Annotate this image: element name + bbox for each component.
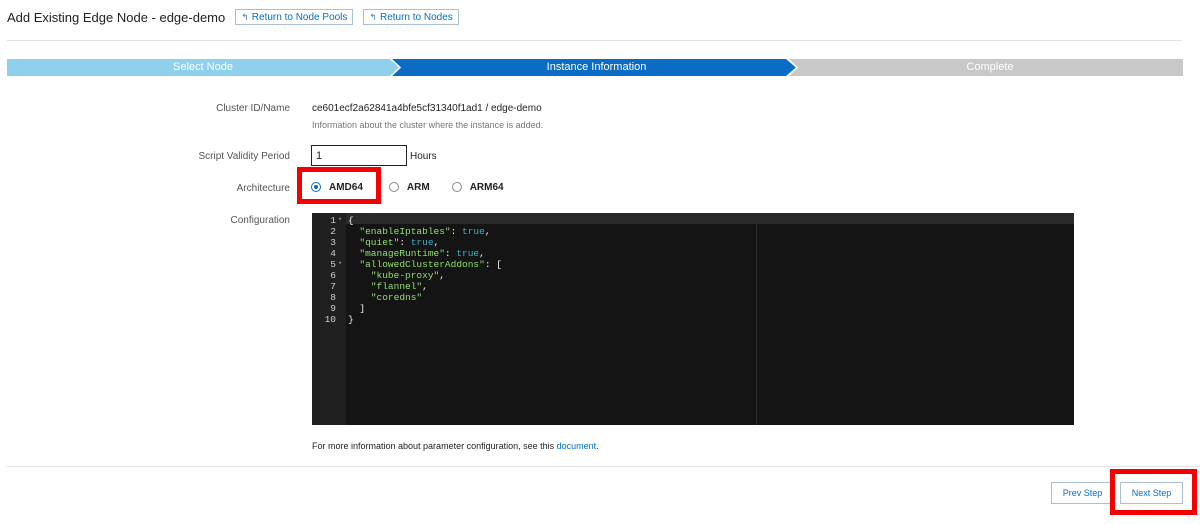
editor-line: 6 "kube-proxy", (312, 270, 1074, 281)
return-to-node-pools-button[interactable]: ↰ Return to Node Pools (235, 9, 354, 25)
line-number: 1 (330, 215, 336, 226)
configuration-label: Configuration (230, 215, 290, 226)
prev-step-button[interactable]: Prev Step (1051, 482, 1114, 504)
editor-line: 7 "flannel", (312, 281, 1074, 292)
editor-line: 9 ] (312, 303, 1074, 314)
script-validity-label: Script Validity Period (198, 151, 290, 162)
line-code: { (348, 215, 354, 226)
cluster-id-label: Cluster ID/Name (216, 103, 290, 114)
line-code: "enableIptables": true, (359, 226, 491, 237)
line-code: } (348, 314, 354, 325)
cluster-id-value: ce601ecf2a62841a4bfe5cf31340f1ad1 / edge… (312, 103, 542, 114)
line-number: 3 (330, 237, 336, 248)
highlight-box-next-step (1110, 469, 1197, 515)
line-number: 7 (330, 281, 336, 292)
line-number: 8 (330, 292, 336, 303)
return-to-nodes-label: Return to Nodes (379, 11, 453, 23)
return-to-node-pools-label: Return to Node Pools (251, 11, 348, 23)
radio-circle-icon (451, 182, 462, 192)
fold-arrow-icon[interactable]: ▾ (338, 259, 342, 270)
editor-line: 2 "enableIptables": true, (312, 226, 1074, 237)
radio-arm-label: ARM (406, 181, 430, 193)
line-code: "manageRuntime": true, (359, 248, 485, 259)
return-icon: ↰ (241, 11, 249, 22)
editor-line: 1 ▾ { (312, 215, 1074, 226)
line-code: "coredns" (370, 292, 423, 303)
step-complete: Complete (966, 61, 1014, 73)
step-instance-information: Instance Information (546, 61, 647, 73)
line-number: 9 (330, 303, 336, 314)
page-header: Add Existing Edge Node - edge-demo ↰ Ret… (7, 8, 459, 26)
radio-arm64-label: ARM64 (469, 181, 504, 193)
editor-line: 3 "quiet": true, (312, 237, 1074, 248)
line-code: "quiet": true, (359, 237, 440, 248)
editor-line: 8 "coredns" (312, 292, 1074, 303)
prev-step-label: Prev Step (1062, 488, 1103, 498)
more-info-suffix: . (596, 441, 599, 451)
document-link[interactable]: document (557, 441, 597, 451)
cluster-id-hint: Information about the cluster where the … (312, 120, 544, 130)
configuration-code-editor[interactable]: 1 ▾{2 "enableIptables": true, 3 "quiet": t… (312, 213, 1074, 425)
more-info-prefix: For more information about parameter con… (312, 441, 557, 451)
line-code: ] (348, 303, 366, 314)
radio-arm[interactable]: ARM (388, 181, 430, 193)
fold-arrow-icon[interactable]: ▾ (338, 215, 342, 226)
editor-line: 5 ▾ "allowedClusterAddons": [ (312, 259, 1074, 270)
line-number: 4 (330, 248, 336, 259)
line-number: 2 (330, 226, 336, 237)
return-to-nodes-button[interactable]: ↰ Return to Nodes (363, 9, 459, 25)
radio-arm64[interactable]: ARM64 (451, 181, 504, 193)
return-icon: ↰ (369, 11, 377, 22)
footer-divider (7, 466, 1200, 467)
line-code: "allowedClusterAddons": [ (359, 259, 502, 270)
radio-circle-icon (388, 182, 399, 192)
step-select-node: Select Node (173, 61, 233, 73)
line-number: 10 (324, 314, 336, 325)
script-validity-unit: Hours (410, 151, 437, 162)
line-code: "flannel", (370, 281, 428, 292)
step-progress-bar: Select Node Instance Information Complet… (7, 59, 1183, 76)
header-divider (7, 40, 1182, 41)
highlight-box-amd64 (297, 167, 381, 204)
more-info-text: For more information about parameter con… (312, 441, 599, 451)
editor-line: 10} (312, 314, 1074, 325)
line-code: "kube-proxy", (370, 270, 445, 281)
editor-line: 4 "manageRuntime": true, (312, 248, 1074, 259)
line-number: 6 (330, 270, 336, 281)
architecture-label: Architecture (236, 183, 290, 194)
line-number: 5 (330, 259, 336, 270)
page-title: Add Existing Edge Node - edge-demo (7, 9, 226, 25)
script-validity-input[interactable] (311, 145, 407, 166)
